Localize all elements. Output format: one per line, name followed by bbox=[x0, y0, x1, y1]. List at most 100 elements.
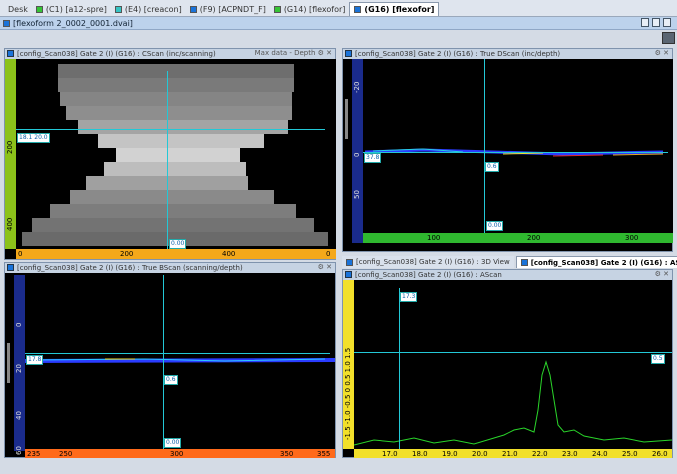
bscan-xtick: 300 bbox=[170, 450, 184, 458]
scan-view-icon bbox=[345, 50, 352, 57]
bscan-scrollbar[interactable] bbox=[7, 343, 10, 383]
bscan-horizontal-cursor[interactable] bbox=[25, 353, 330, 354]
tab-label: (F9) [ACPNDT_F] bbox=[199, 4, 266, 14]
dscan-scrollbar[interactable] bbox=[345, 99, 348, 139]
tab-label: [config_Scan038] Gate 2 (I) (G16) : ASca… bbox=[530, 258, 677, 267]
tab-f9[interactable]: (F9) [ACPNDT_F] bbox=[186, 2, 270, 16]
bscan-xtick: 235 bbox=[27, 450, 41, 458]
cscan-xtick: 200 bbox=[120, 250, 134, 258]
bscan-ytick: 40 bbox=[15, 411, 23, 420]
dscan-ytick: 50 bbox=[353, 190, 361, 199]
dscan-ytick: 0 bbox=[353, 152, 361, 157]
cscan-ytick: 400 bbox=[6, 217, 14, 231]
maximize-icon[interactable] bbox=[652, 18, 660, 27]
cscan-panel: [config_Scan038] Gate 2 (I) (G16) : CSca… bbox=[4, 48, 336, 260]
dscan-horizontal-cursor[interactable] bbox=[363, 152, 668, 153]
cscan-title-right: Max data - Depth ⚙ ✕ bbox=[251, 49, 332, 57]
ascan-horizontal-cursor[interactable] bbox=[354, 352, 672, 353]
dscan-image[interactable] bbox=[363, 59, 673, 243]
ascan-xtick: 21.0 bbox=[502, 450, 518, 458]
tab-e4[interactable]: (E4) [creacon] bbox=[111, 2, 186, 16]
bscan-ytick: 60 bbox=[15, 446, 23, 455]
tab-label: Desk bbox=[8, 4, 28, 14]
bscan-xtick: 355 bbox=[317, 450, 331, 458]
bscan-cursor-label: 0.6 bbox=[164, 375, 178, 385]
bscan-cursor-label: 0.00 bbox=[164, 438, 182, 448]
bscan-vertical-cursor[interactable] bbox=[163, 275, 164, 451]
bscan-xtick: 350 bbox=[280, 450, 294, 458]
tab-3d-view[interactable]: [config_Scan038] Gate 2 (I) (G16) : 3D V… bbox=[342, 256, 514, 268]
tab-label: [config_Scan038] Gate 2 (I) (G16) : 3D V… bbox=[356, 258, 510, 266]
cscan-xtick: 400 bbox=[222, 250, 236, 258]
cscan-title: [config_Scan038] Gate 2 (I) (G16) : CSca… bbox=[17, 50, 216, 58]
dscan-ytick: -20 bbox=[353, 81, 361, 93]
tab-g16[interactable]: (G16) [flexofor] bbox=[349, 2, 440, 16]
ascan-title-bar: [config_Scan038] Gate 2 (I) (G16) : ASca… bbox=[343, 270, 672, 280]
scan-view-icon bbox=[345, 271, 352, 278]
bscan-xtick: 250 bbox=[59, 450, 73, 458]
minimize-icon[interactable] bbox=[641, 18, 649, 27]
dscan-cursor-label: 0.6 bbox=[485, 162, 499, 172]
tab-ascan[interactable]: [config_Scan038] Gate 2 (I) (G16) : ASca… bbox=[515, 256, 677, 268]
cscan-title-bar: [config_Scan038] Gate 2 (I) (G16) : CSca… bbox=[5, 49, 335, 59]
dscan-xtick: 100 bbox=[427, 234, 441, 242]
panel-controls[interactable]: ⚙ ✕ bbox=[651, 270, 669, 278]
tab-color-swatch-icon bbox=[273, 5, 281, 13]
ascan-xtick: 26.0 bbox=[652, 450, 668, 458]
settings-icon[interactable] bbox=[662, 32, 675, 44]
scan-view-icon bbox=[520, 259, 528, 266]
ascan-signal[interactable] bbox=[354, 280, 672, 449]
tab-color-swatch-icon bbox=[354, 6, 362, 13]
panel-controls[interactable]: ⚙ ✕ bbox=[651, 49, 669, 57]
dscan-xtick: 200 bbox=[527, 234, 541, 242]
cscan-horizontal-cursor[interactable] bbox=[16, 129, 325, 130]
dscan-vertical-cursor[interactable] bbox=[484, 59, 485, 243]
ascan-xtick: 25.0 bbox=[622, 450, 638, 458]
ascan-xtick: 17.0 bbox=[382, 450, 398, 458]
bscan-cursor-label: 17.8 bbox=[26, 355, 44, 365]
panel-controls[interactable]: ⚙ ✕ bbox=[314, 263, 332, 271]
bscan-ytick: 20 bbox=[15, 364, 23, 373]
dscan-vertical-axis: -20 0 50 bbox=[352, 59, 363, 243]
document-icon bbox=[3, 19, 10, 27]
cscan-vertical-cursor[interactable] bbox=[167, 71, 168, 249]
document-tab-bar: Desk (C1) [a12-spre] (E4) [creacon] (F9)… bbox=[0, 0, 677, 17]
ascan-xtick: 24.0 bbox=[592, 450, 608, 458]
ascan-xtick: 22.0 bbox=[532, 450, 548, 458]
close-icon[interactable] bbox=[663, 18, 671, 27]
ascan-ytick-labels: -1.5 -1.0 -0.5 0 0.5 1.0 1.5 bbox=[344, 347, 352, 440]
document-title: [flexoform 2_0002_0001.dvai] bbox=[13, 18, 133, 28]
ascan-tab-bar: [config_Scan038] Gate 2 (I) (G16) : 3D V… bbox=[342, 256, 677, 268]
dscan-cursor-label: 37.8 bbox=[364, 153, 382, 163]
cscan-image[interactable] bbox=[16, 59, 336, 249]
ascan-xtick: 19.0 bbox=[442, 450, 458, 458]
cscan-cursor-label: 18.1 20.0 bbox=[17, 133, 50, 143]
tab-c1[interactable]: (C1) [a12-spre] bbox=[32, 2, 111, 16]
ascan-xtick: 18.0 bbox=[412, 450, 428, 458]
scan-view-icon bbox=[7, 264, 14, 271]
dscan-panel: [config_Scan038] Gate 2 (I) (G16) : True… bbox=[342, 48, 673, 252]
bscan-ytick: 0 bbox=[15, 322, 23, 327]
ascan-vertical-cursor[interactable] bbox=[399, 288, 400, 449]
tab-g14[interactable]: (G14) [flexofor] bbox=[270, 2, 350, 16]
dscan-title: [config_Scan038] Gate 2 (I) (G16) : True… bbox=[355, 50, 561, 58]
ascan-xtick: 20.0 bbox=[472, 450, 488, 458]
bscan-image[interactable] bbox=[25, 275, 335, 451]
dscan-title-bar: [config_Scan038] Gate 2 (I) (G16) : True… bbox=[343, 49, 672, 59]
ascan-cursor-label: 17.3 bbox=[400, 292, 418, 302]
cscan-xtick: 0 bbox=[326, 250, 331, 258]
ascan-xtick: 23.0 bbox=[562, 450, 578, 458]
document-title-bar: [flexoform 2_0002_0001.dvai] bbox=[0, 17, 677, 30]
bscan-title: [config_Scan038] Gate 2 (I) (G16) : True… bbox=[17, 264, 243, 272]
bscan-title-bar: [config_Scan038] Gate 2 (I) (G16) : True… bbox=[5, 263, 335, 273]
tab-color-swatch-icon bbox=[35, 5, 43, 13]
cscan-xtick: 0 bbox=[18, 250, 23, 258]
ascan-title: [config_Scan038] Gate 2 (I) (G16) : ASca… bbox=[355, 271, 502, 279]
bscan-panel: [config_Scan038] Gate 2 (I) (G16) : True… bbox=[4, 262, 336, 459]
ascan-vertical-axis: -1.5 -1.0 -0.5 0 0.5 1.0 1.5 bbox=[343, 280, 354, 449]
tab-desk[interactable]: Desk bbox=[4, 2, 32, 16]
scan-view-icon bbox=[346, 258, 353, 266]
cscan-data-mode: Max data - Depth bbox=[254, 49, 316, 57]
tab-label: (C1) [a12-spre] bbox=[45, 4, 107, 14]
cscan-vertical-axis: 200 400 bbox=[5, 59, 16, 249]
